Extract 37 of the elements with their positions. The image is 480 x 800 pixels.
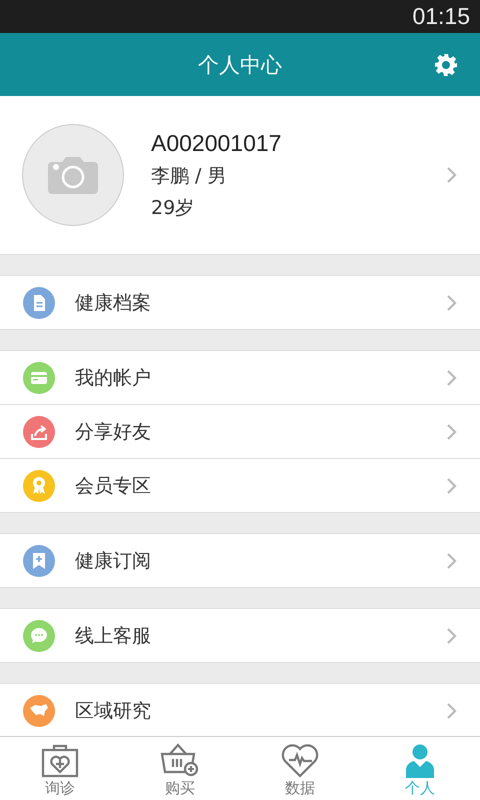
- menu-item[interactable]: 健康订阅: [0, 534, 480, 587]
- user-age: 29岁: [151, 196, 196, 220]
- settings-button[interactable]: [434, 53, 458, 77]
- menu-label: 会员专区: [75, 474, 152, 498]
- tab-bar-item[interactable]: 询诊: [0, 737, 120, 800]
- menu-label: 分享好友: [75, 420, 152, 444]
- chevron-icon: [446, 476, 458, 494]
- menu-item[interactable]: 我的帐户: [0, 351, 480, 404]
- page-title: 个人中心: [198, 52, 282, 78]
- menu-item[interactable]: 健康档案: [0, 276, 480, 329]
- chevron-icon: [446, 626, 458, 644]
- camera-icon: [48, 156, 98, 194]
- tab-bar-item[interactable]: 购买: [120, 737, 240, 800]
- menu-item[interactable]: 会员专区: [0, 458, 480, 512]
- menu-label: 健康订阅: [75, 548, 152, 574]
- basket-icon: [160, 742, 200, 778]
- menu-label: 健康档案: [75, 290, 152, 316]
- menu-label: 区域研究: [75, 698, 152, 724]
- chevron-icon: [446, 422, 458, 440]
- user-id: A002001017: [151, 130, 282, 156]
- heart-pulse-icon: [281, 742, 319, 778]
- chevron-icon: [446, 368, 458, 386]
- menu-label: 线上客服: [75, 624, 152, 648]
- tab-bar-item[interactable]: 数据: [240, 737, 360, 800]
- chevron-icon: [446, 702, 458, 720]
- person-icon: [404, 744, 436, 778]
- status-time: 01:15: [412, 3, 470, 30]
- menu-label: 我的帐户: [75, 366, 152, 390]
- menu-item[interactable]: 线上客服: [0, 609, 480, 662]
- chevron-icon: [446, 552, 458, 570]
- menu-item[interactable]: 区域研究: [0, 684, 480, 736]
- chevron-icon: [446, 166, 458, 184]
- chevron-icon: [446, 294, 458, 312]
- user-name-gender: 李鹏 / 男: [151, 164, 228, 188]
- profile-card[interactable]: A002001017 李鹏 / 男 29岁: [0, 96, 480, 255]
- menu-item[interactable]: 分享好友: [0, 404, 480, 458]
- medical-kit-icon: [41, 744, 79, 778]
